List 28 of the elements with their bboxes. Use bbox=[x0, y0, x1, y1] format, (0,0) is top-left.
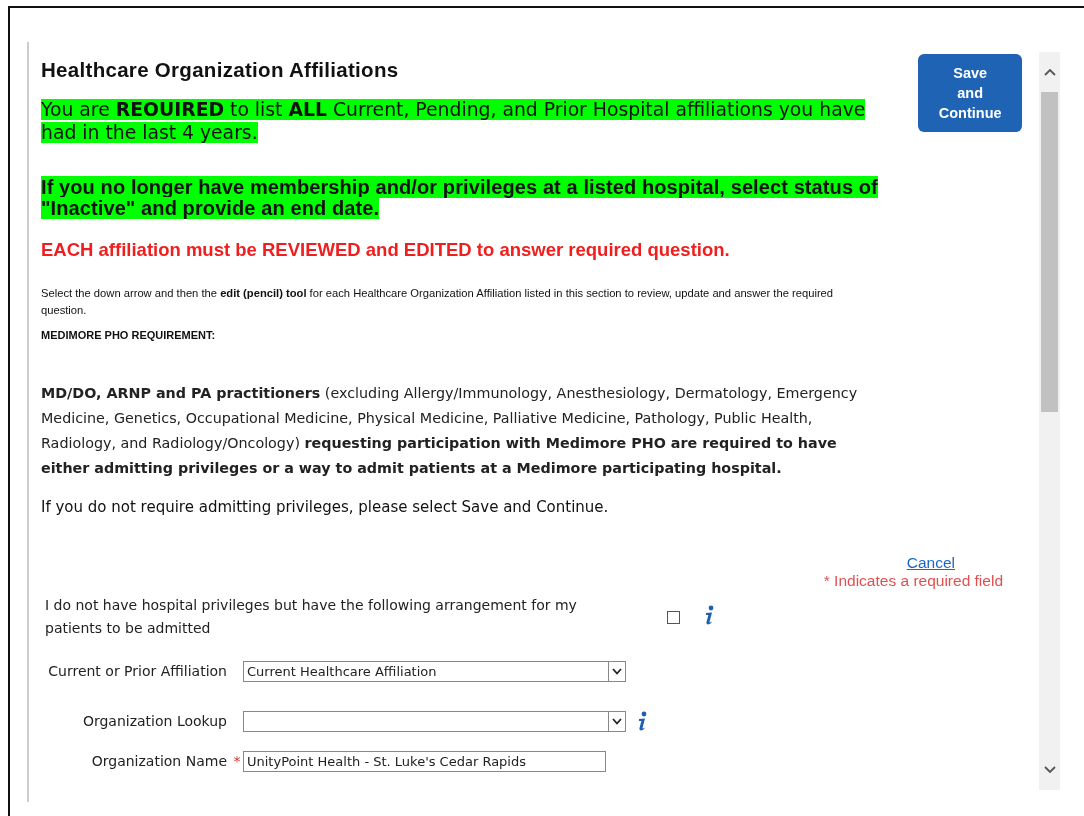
select-field[interactable]: Current Healthcare Affiliation bbox=[243, 660, 626, 682]
caret-icon bbox=[612, 717, 622, 725]
field-label: Organization Lookup bbox=[81, 711, 228, 731]
highlighted-notice: If you no longer have membership and/or privileges at a listed hospital, select status of "Inactive" and provide an end date. bbox=[41, 177, 879, 219]
scrollbar-thumb[interactable] bbox=[1041, 92, 1058, 412]
select-field[interactable] bbox=[243, 710, 626, 732]
field-label: Organization Name bbox=[90, 751, 228, 771]
section-heading: MEDIMORE PHO REQUIREMENT: bbox=[41, 329, 217, 341]
required-mark: * bbox=[233, 753, 241, 769]
paragraph: If you do not require admitting privileges, please select Save and Continue. bbox=[41, 498, 610, 516]
cancel-link[interactable]: Cancel bbox=[906, 554, 955, 572]
required-field-note: * Indicates a required field bbox=[823, 572, 1003, 590]
info-icon[interactable] bbox=[636, 711, 648, 731]
save-continue-button[interactable]: Save and Continue bbox=[918, 54, 1022, 132]
paragraph: MD/DO, ARNP and PA practitioners (excluding Allergy/Immunology, Anesthesiology, Dermatology, Emergency Medicine, Genetics, Occupational Medicine, Physical Medicine, Palliative Medicine, Pathology, Public Health, Radiology, and Radiology/Oncology) requesting participation with Medimore PHO are required to have either admitting privileges or a way to admit patients at a Medimore participating hospital. bbox=[41, 384, 859, 478]
info-icon[interactable] bbox=[703, 605, 715, 625]
highlighted-notice: You are REOUIRED to list ALL Current, Pending, and Prior Hospital affiliations you have had in the last 4 years. bbox=[41, 98, 867, 144]
scroll-up-icon[interactable] bbox=[1043, 68, 1056, 76]
field-label: Current or Prior Affiliation bbox=[47, 661, 228, 681]
checkbox[interactable] bbox=[667, 610, 680, 624]
caret-icon bbox=[612, 667, 622, 675]
scrollbar[interactable] bbox=[1039, 52, 1060, 790]
input-field[interactable]: UnityPoint Health - St. Luke's Cedar Rapids bbox=[243, 750, 606, 772]
scroll-down-icon[interactable] bbox=[1043, 766, 1056, 774]
alert-text: EACH affiliation must be REVIEWED and EDITED to answer required question. bbox=[41, 239, 731, 261]
instruction-text: Select the down arrow and then the edit (pencil) tool for each Healthcare Organization Affiliation listed in this section to review, update and answer the required question. bbox=[41, 286, 835, 318]
arrangement-label: I do not have hospital privileges but have the following arrangement for my patients to be admitted bbox=[45, 596, 578, 638]
page-title: Healthcare Organization Affiliations bbox=[41, 58, 400, 82]
